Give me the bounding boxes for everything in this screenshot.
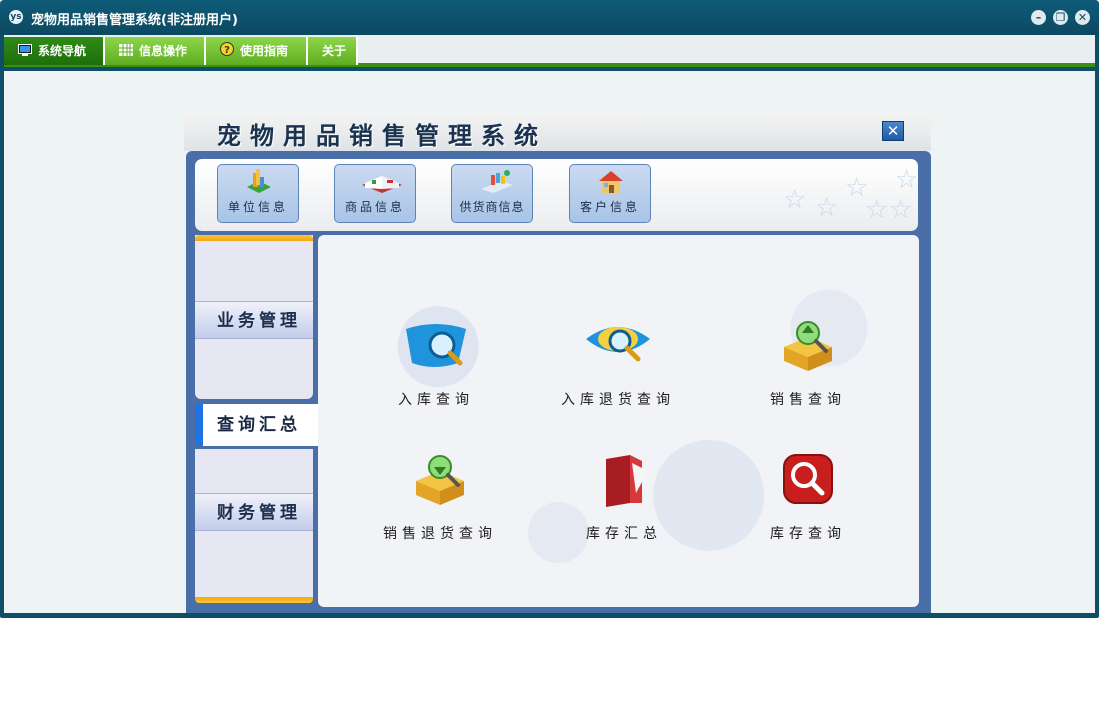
red-search-icon: [782, 453, 834, 509]
house-icon: [595, 167, 627, 197]
stock-query-button[interactable]: 库存查询: [738, 453, 878, 543]
stock-summary-label: 库存汇总: [586, 526, 662, 542]
svg-text:?: ?: [224, 45, 230, 56]
panel-title: 宠物用品销售管理系统: [217, 121, 547, 150]
window-title: 宠物用品销售管理系统(非注册用户): [31, 13, 238, 28]
star-decoration-icon: ☆: [783, 185, 807, 215]
stock-in-return-query-label: 入库退货查询: [561, 392, 675, 408]
nav-section-finance: 财务管理: [195, 449, 313, 603]
stock-in-query-label: 入库查询: [398, 392, 474, 408]
magnifier-eye-icon: [580, 319, 656, 375]
main-panel: 宠物用品销售管理系统 ✕ ☆ ☆ ☆ ☆ ☆ ☆ 单位信息 商品信息 供货商信息…: [184, 113, 931, 613]
close-icon[interactable]: ✕: [1075, 10, 1090, 25]
nav-item-finance-management[interactable]: 财务管理: [195, 493, 313, 531]
title-bar[interactable]: ys 宠物用品销售管理系统(非注册用户) – ❐ ✕: [0, 0, 1099, 35]
stock-in-return-query-button[interactable]: 入库退货查询: [548, 319, 688, 409]
menu-label: 信息操作: [139, 44, 188, 58]
nav-section-business: 业务管理: [195, 235, 313, 399]
customer-info-button[interactable]: 客户信息: [569, 164, 651, 223]
supplier-info-button[interactable]: 供货商信息: [451, 164, 533, 223]
app-window: ys 宠物用品销售管理系统(非注册用户) – ❐ ✕ 系统导航 信息操作 ? 使…: [0, 0, 1099, 618]
red-document-icon: [596, 453, 652, 513]
menu-bar: 系统导航 信息操作 ? 使用指南 关于: [4, 35, 1095, 67]
unit-info-label: 单位信息: [227, 200, 288, 214]
product-info-label: 商品信息: [344, 200, 405, 214]
nav-item-query-summary[interactable]: 查询汇总: [195, 404, 319, 446]
stock-summary-button[interactable]: 库存汇总: [554, 453, 694, 543]
shopping-cart-icon: [477, 167, 513, 197]
menu-user-guide[interactable]: ? 使用指南: [206, 37, 308, 65]
product-info-button[interactable]: 商品信息: [334, 164, 416, 223]
star-decoration-icon: ☆: [815, 193, 839, 223]
minimize-icon[interactable]: –: [1031, 10, 1046, 25]
monitor-icon: [18, 38, 32, 56]
panel-header: 宠物用品销售管理系统 ✕: [184, 113, 931, 151]
supplier-info-label: 供货商信息: [459, 200, 525, 214]
toolbar: ☆ ☆ ☆ ☆ ☆ ☆ 单位信息 商品信息 供货商信息 客户信息: [195, 159, 918, 231]
magnifier-blue-icon: [398, 319, 474, 375]
menu-system-nav[interactable]: 系统导航: [4, 37, 105, 65]
nav-item-business-management[interactable]: 业务管理: [195, 301, 313, 339]
sales-return-query-button[interactable]: 销售退货查询: [370, 453, 510, 543]
grid-icon: [119, 38, 133, 56]
stock-in-query-button[interactable]: 入库查询: [366, 319, 506, 409]
star-decoration-icon: ☆: [865, 195, 889, 225]
sales-query-label: 销售查询: [770, 392, 846, 408]
building-icon: [243, 167, 275, 197]
menu-label: 系统导航: [38, 44, 87, 58]
star-decoration-icon: ☆: [895, 165, 918, 195]
customer-info-label: 客户信息: [579, 200, 640, 214]
function-area: 入库查询 入库退货查询 销售查询 销售退货查询 库存汇总 库存查询: [318, 235, 919, 607]
panel-frame: ☆ ☆ ☆ ☆ ☆ ☆ 单位信息 商品信息 供货商信息 客户信息 业务管理 查询…: [186, 151, 931, 613]
stock-query-label: 库存查询: [770, 526, 846, 542]
book-icon: [360, 167, 402, 197]
restore-icon[interactable]: ❐: [1053, 10, 1068, 25]
star-decoration-icon: ☆: [889, 195, 913, 225]
menu-about[interactable]: 关于: [308, 37, 358, 65]
box-search-up-icon: [778, 319, 838, 377]
sales-query-button[interactable]: 销售查询: [738, 319, 878, 409]
sales-return-query-label: 销售退货查询: [383, 526, 497, 542]
menu-label: 使用指南: [240, 44, 289, 58]
nav-bar-bottom: [195, 597, 313, 603]
panel-close-button[interactable]: ✕: [882, 121, 904, 141]
box-search-down-icon: [410, 453, 470, 511]
side-nav: 业务管理 查询汇总 财务管理: [195, 235, 319, 609]
help-icon: ?: [220, 38, 234, 56]
app-logo-icon: ys: [9, 10, 23, 24]
menu-info-ops[interactable]: 信息操作: [105, 37, 206, 65]
unit-info-button[interactable]: 单位信息: [217, 164, 299, 223]
nav-bar-top: [195, 235, 313, 241]
menu-label: 关于: [322, 44, 347, 58]
